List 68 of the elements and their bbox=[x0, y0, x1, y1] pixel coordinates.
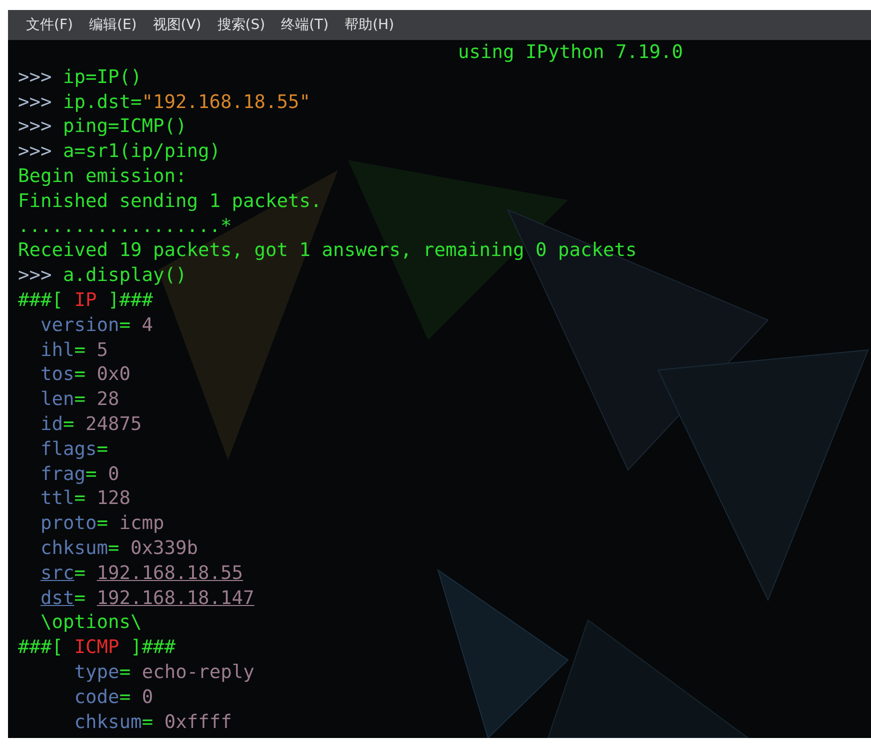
field-name: code bbox=[74, 686, 120, 708]
field-value: 0x339b bbox=[130, 538, 198, 559]
field-name: chksum bbox=[40, 538, 108, 559]
output-text: Finished sending 1 packets. bbox=[18, 190, 322, 212]
field-value: 0xffff bbox=[164, 712, 232, 733]
equals-sign: = bbox=[74, 389, 86, 410]
field-name: frag bbox=[40, 464, 86, 485]
output-text: Begin emission: bbox=[18, 166, 187, 187]
field-value: 24875 bbox=[86, 414, 142, 435]
field-value: 0 bbox=[108, 464, 120, 485]
prompt-text: >>> bbox=[18, 265, 52, 286]
field-value: 128 bbox=[96, 488, 131, 510]
field-name: src bbox=[40, 562, 74, 584]
field-value: icmp bbox=[119, 513, 164, 534]
field-value: 0 bbox=[142, 686, 154, 708]
command-text: ping=ICMP() bbox=[63, 116, 187, 138]
equals-sign: = bbox=[86, 464, 97, 485]
equals-sign: = bbox=[63, 414, 74, 435]
field-name: type bbox=[74, 662, 120, 683]
field-value: 192.168.18.147 bbox=[96, 588, 254, 609]
field-name: chksum bbox=[74, 712, 142, 733]
equals-sign: = bbox=[96, 438, 108, 460]
field-name: dst bbox=[40, 588, 74, 609]
command-text: ip.dst="192.168.18.55" bbox=[63, 92, 311, 113]
prompt-text: >>> bbox=[18, 92, 52, 113]
menu-item[interactable]: 视图(V) bbox=[146, 16, 208, 34]
equals-sign: = bbox=[74, 364, 86, 386]
field-value: 28 bbox=[96, 389, 120, 410]
command-text: a.display() bbox=[63, 265, 187, 286]
layer-header: ###[ IP ]### bbox=[18, 290, 154, 311]
field-value: 5 bbox=[96, 340, 108, 361]
field-value: 4 bbox=[142, 314, 154, 336]
command-text: a=sr1(ip/ping) bbox=[63, 141, 221, 162]
equals-sign: = bbox=[74, 588, 86, 609]
equals-sign: = bbox=[119, 314, 131, 336]
field-name: ihl bbox=[40, 340, 74, 361]
equals-sign: = bbox=[74, 488, 86, 510]
field-name: id bbox=[40, 414, 64, 435]
banner-text: using IPython 7.19.0 bbox=[458, 42, 684, 63]
menu-item[interactable]: 搜索(S) bbox=[211, 16, 272, 34]
menu-item[interactable]: 终端(T) bbox=[275, 16, 335, 34]
prompt-text: >>> bbox=[18, 116, 52, 138]
field-value: 0x0 bbox=[96, 364, 131, 386]
command-text: ip=IP() bbox=[63, 66, 142, 88]
field-value: echo-reply bbox=[142, 662, 254, 683]
field-name: len bbox=[40, 389, 74, 410]
field-value: 192.168.18.55 bbox=[96, 562, 244, 584]
menu-item[interactable]: 帮助(H) bbox=[338, 16, 400, 34]
equals-sign: = bbox=[108, 538, 120, 559]
prompt-text: >>> bbox=[18, 66, 52, 88]
output-text: Received 19 packets, got 1 answers, remaining 0 packets bbox=[18, 240, 637, 262]
equals-sign: = bbox=[74, 562, 86, 584]
menu-item[interactable]: 编辑(E) bbox=[82, 16, 143, 34]
equals-sign: = bbox=[119, 662, 131, 683]
options-text: \options\ bbox=[40, 612, 142, 634]
layer-header: ###[ ICMP ]### bbox=[18, 637, 176, 658]
progress-dots: ..................* bbox=[18, 216, 232, 237]
equals-sign: = bbox=[142, 712, 154, 733]
field-name: flags bbox=[40, 438, 97, 460]
prompt-text: >>> bbox=[18, 141, 52, 162]
menu-item[interactable]: 文件(F) bbox=[20, 16, 79, 34]
equals-sign: = bbox=[96, 513, 108, 534]
field-name: ttl bbox=[40, 488, 74, 510]
equals-sign: = bbox=[119, 686, 131, 708]
field-name: proto bbox=[40, 513, 97, 534]
equals-sign: = bbox=[74, 340, 86, 361]
field-name: version bbox=[40, 314, 120, 336]
field-name: tos bbox=[40, 364, 74, 386]
